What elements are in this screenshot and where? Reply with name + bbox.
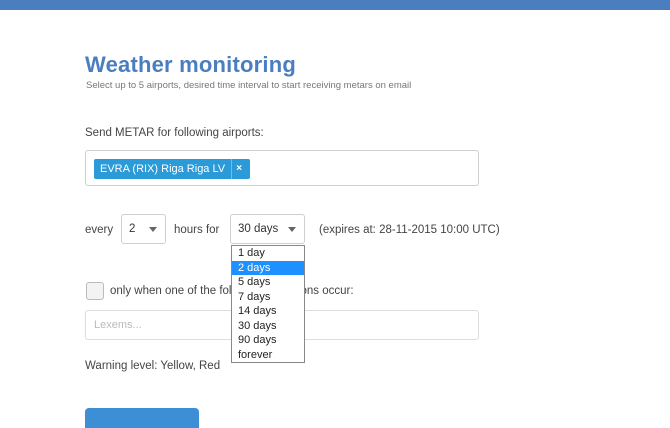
close-icon[interactable]: × bbox=[231, 159, 246, 179]
page-subtitle: Select up to 5 airports, desired time in… bbox=[86, 80, 412, 91]
dropdown-option[interactable]: 14 days bbox=[232, 304, 304, 319]
chevron-down-icon bbox=[288, 227, 296, 232]
every-select-value: 2 bbox=[129, 223, 136, 235]
conditions-checkbox[interactable] bbox=[86, 282, 104, 300]
submit-button[interactable] bbox=[85, 408, 199, 428]
dropdown-option[interactable]: 90 days bbox=[232, 333, 304, 348]
dropdown-option[interactable]: 7 days bbox=[232, 290, 304, 305]
hours-for-label: hours for bbox=[174, 224, 220, 236]
dropdown-option-selected[interactable]: 2 days bbox=[232, 260, 304, 275]
top-bar bbox=[0, 0, 670, 10]
page-title: Weather monitoring bbox=[85, 52, 296, 77]
airports-label: Send METAR for following airports: bbox=[85, 127, 264, 139]
warning-level-text: Warning level: Yellow, Red bbox=[85, 360, 221, 372]
duration-select-value: 30 days bbox=[238, 223, 279, 235]
chevron-down-icon bbox=[149, 227, 157, 232]
dropdown-option[interactable]: 5 days bbox=[232, 275, 304, 290]
every-label: every bbox=[85, 224, 114, 236]
every-select[interactable]: 2 bbox=[121, 214, 166, 244]
dropdown-option[interactable]: 30 days bbox=[232, 319, 304, 334]
duration-dropdown-list: 1 day 2 days 5 days 7 days 14 days 30 da… bbox=[231, 245, 305, 363]
duration-select[interactable]: 30 days bbox=[230, 214, 305, 244]
dropdown-option[interactable]: forever bbox=[232, 348, 304, 363]
dropdown-option[interactable]: 1 day bbox=[232, 246, 304, 261]
airports-input[interactable]: EVRA (RIX) Riga Riga LV × bbox=[85, 150, 479, 186]
expires-text: (expires at: 28-11-2015 10:00 UTC) bbox=[319, 224, 500, 236]
airport-tag-label: EVRA (RIX) Riga Riga LV bbox=[100, 163, 226, 175]
airport-tag: EVRA (RIX) Riga Riga LV × bbox=[94, 159, 251, 179]
